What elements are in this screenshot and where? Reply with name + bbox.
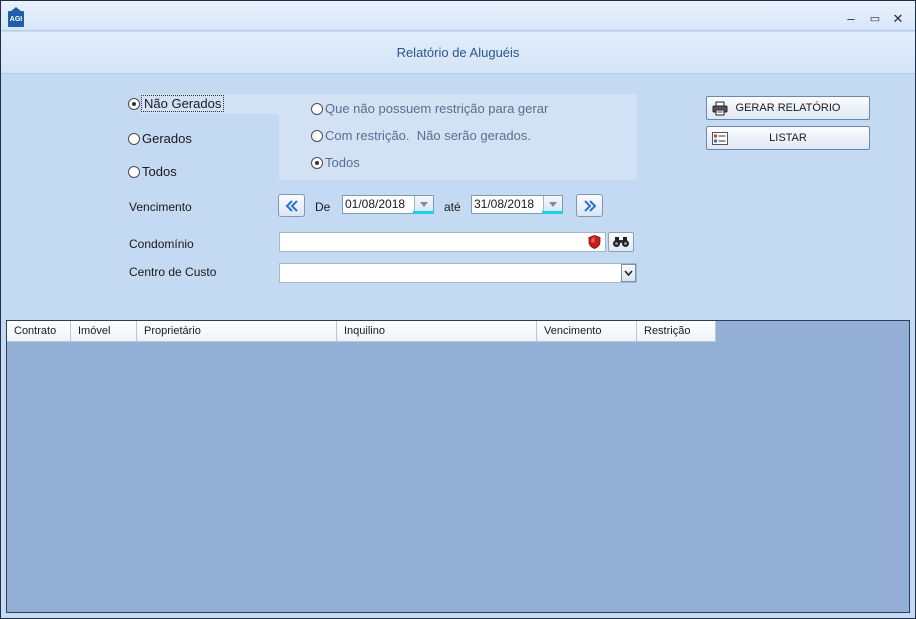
centro-custo-select[interactable] [279, 263, 637, 283]
radio-dot [128, 165, 140, 178]
from-label: De [315, 200, 331, 214]
radio-todos-status[interactable]: Todos [128, 164, 177, 179]
binoculars-icon [613, 237, 629, 247]
maximize-button[interactable]: ▭ [867, 11, 883, 27]
radio-com-restricao[interactable]: Com restrição. Não serão gerados. [311, 128, 531, 143]
shield-icon [588, 235, 601, 249]
chevron-down-icon [624, 270, 633, 276]
list-button[interactable]: LISTAR [706, 126, 870, 150]
header-band: Relatório de Aluguéis [1, 32, 915, 74]
date-from-accent [413, 211, 434, 214]
condominio-label: Condomínio [129, 237, 194, 251]
button-label: GERAR RELATÓRIO [735, 102, 841, 114]
radio-label: Todos [142, 164, 177, 179]
column-header-contrato[interactable]: Contrato [7, 321, 71, 342]
date-from-value: 01/08/2018 [345, 197, 406, 211]
chevron-down-icon [549, 202, 557, 207]
chevron-down-icon [420, 202, 428, 207]
radio-label: Gerados [142, 131, 192, 146]
date-to-value: 31/08/2018 [474, 197, 535, 211]
printer-icon [712, 101, 728, 116]
column-header-restricao[interactable]: Restrição [637, 321, 716, 342]
radio-label: Que não possuem restrição para gerar [325, 101, 549, 116]
column-header-proprietario[interactable]: Proprietário [137, 321, 337, 342]
generate-report-button[interactable]: GERAR RELATÓRIO [706, 96, 870, 120]
column-header-inquilino[interactable]: Inquilino [337, 321, 537, 342]
vencimento-label: Vencimento [129, 200, 192, 214]
column-header-vencimento[interactable]: Vencimento [537, 321, 637, 342]
results-grid[interactable]: Contrato Imóvel Proprietário Inquilino V… [6, 320, 910, 613]
radio-dot [311, 102, 323, 115]
centro-custo-dropdown-button[interactable] [621, 264, 636, 282]
search-condominio-button[interactable] [608, 232, 634, 252]
close-button[interactable]: ✕ [890, 11, 906, 27]
radio-gerados[interactable]: Gerados [128, 131, 192, 146]
page-title: Relatório de Aluguéis [396, 45, 520, 60]
radio-dot [128, 132, 140, 145]
date-to-accent [542, 211, 563, 214]
radio-label: Todos [325, 155, 360, 170]
grid-header: Contrato Imóvel Proprietário Inquilino V… [7, 321, 716, 342]
double-chevron-right-icon [583, 199, 596, 212]
previous-period-button[interactable] [278, 194, 305, 217]
radio-label: Não Gerados [140, 95, 225, 112]
button-label: LISTAR [769, 132, 807, 144]
radio-todos-restricao[interactable]: Todos [311, 155, 360, 170]
app-window: AGI – ▭ ✕ Relatório de Aluguéis Não Gera… [0, 0, 916, 619]
radio-sem-restricao[interactable]: Que não possuem restrição para gerar [311, 101, 548, 116]
column-header-imovel[interactable]: Imóvel [71, 321, 137, 342]
list-icon [712, 132, 728, 145]
to-label: até [444, 200, 461, 214]
condominio-input[interactable] [279, 232, 606, 252]
radio-dot-selected [128, 97, 140, 110]
radio-dot-selected [311, 156, 323, 169]
double-chevron-left-icon [285, 199, 298, 212]
radio-label: Com restrição. Não serão gerados. [325, 128, 531, 143]
centro-custo-label: Centro de Custo [129, 265, 217, 279]
minimize-button[interactable]: – [843, 11, 859, 27]
radio-dot [311, 129, 323, 142]
next-period-button[interactable] [576, 194, 603, 217]
app-logo-icon: AGI [8, 7, 24, 27]
title-bar: AGI – ▭ ✕ [1, 1, 915, 31]
radio-nao-gerados[interactable]: Não Gerados [128, 95, 225, 112]
